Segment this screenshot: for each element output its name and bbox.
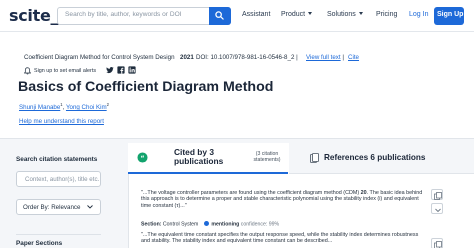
facebook-icon[interactable]: [117, 66, 125, 74]
nav-assistant[interactable]: Assistant: [242, 11, 270, 18]
bell-icon: [24, 67, 31, 75]
search-placeholder: Search by title, author, keywords or DOI: [65, 11, 182, 18]
login-button[interactable]: Log In: [404, 7, 432, 25]
citation-search-input[interactable]: Context, author(s), title etc.: [16, 171, 101, 187]
book-title[interactable]: Coefficient Diagram Method for Control S…: [24, 54, 175, 61]
author-affiliation-number: 2: [106, 102, 109, 107]
page-title: Basics of Coefficient Diagram Method: [18, 79, 274, 95]
cited-by-title: Cited by 3 publications: [174, 147, 224, 166]
nav-product[interactable]: Product: [281, 11, 313, 18]
mentioning-icon: [204, 221, 210, 226]
email-alert-text: Sign up to set email alerts: [34, 67, 97, 74]
help-understand-report-link[interactable]: Help me understand this report: [19, 118, 104, 125]
order-by-value: Order By: Relevance: [23, 204, 81, 211]
doi-text: DOI: 10.1007/978-981-16-0546-8_2 |: [196, 54, 298, 61]
cited-by-subtitle: (3 citation statements): [253, 151, 281, 163]
document-icon: [310, 153, 319, 163]
author-link[interactable]: Shunji Manabe: [19, 104, 60, 111]
paper-sections-heading[interactable]: Paper Sections: [16, 240, 62, 247]
copy-button[interactable]: [431, 238, 443, 248]
copy-icon: [434, 191, 442, 200]
copy-button[interactable]: [431, 189, 443, 200]
signup-button[interactable]: Sign Up: [434, 7, 464, 25]
citation-statement: "...The voltage controller parameters ar…: [141, 190, 423, 209]
twitter-icon[interactable]: [106, 66, 114, 74]
references-title: References 6 publications: [324, 153, 426, 162]
chevron-down-icon: [87, 205, 93, 209]
view-full-text-link[interactable]: View full text |: [306, 54, 344, 61]
search-citation-heading: Search citation statements: [16, 156, 98, 163]
linkedin-icon[interactable]: [128, 66, 136, 74]
copy-icon: [434, 240, 442, 248]
citation-statement: "...The equivalent time constant specifi…: [141, 232, 419, 245]
search-button[interactable]: [209, 7, 231, 25]
tab-references[interactable]: References 6 publications: [289, 143, 474, 174]
sidebar-divider: [16, 234, 101, 235]
page: scite_ Search by title, author, keywords…: [0, 0, 474, 248]
tab-cited-by[interactable]: “ Cited by 3 publications (3 citation st…: [128, 143, 288, 174]
quote-bubble-icon: “: [137, 152, 148, 163]
authors-list: Shunji Manabe1, Yong Choi Kim2: [19, 102, 109, 112]
nav-solutions[interactable]: Solutions: [327, 11, 363, 18]
top-navigation-bar: scite_ Search by title, author, keywords…: [0, 0, 474, 32]
author-affiliation-number: 1: [60, 102, 63, 107]
chevron-down-icon: [308, 12, 313, 15]
chevron-down-icon: [358, 12, 363, 15]
author-link[interactable]: Yong Choi Kim: [66, 104, 107, 111]
citation-meta: Section: Control System mentioning confid…: [141, 221, 280, 228]
chevron-down-icon: [435, 208, 441, 212]
global-search-input[interactable]: Search by title, author, keywords or DOI: [57, 7, 231, 25]
scite-logo[interactable]: scite_: [9, 6, 59, 25]
cite-link[interactable]: Cite: [348, 54, 359, 61]
order-by-select[interactable]: Order By: Relevance: [16, 199, 101, 215]
publication-year: 2021: [180, 54, 194, 61]
svg-text:“: “: [140, 154, 144, 162]
search-icon: [215, 11, 224, 20]
expand-button[interactable]: [431, 203, 443, 214]
citation-search-placeholder: Context, author(s), title etc.: [25, 176, 100, 183]
nav-pricing[interactable]: Pricing: [376, 11, 397, 18]
